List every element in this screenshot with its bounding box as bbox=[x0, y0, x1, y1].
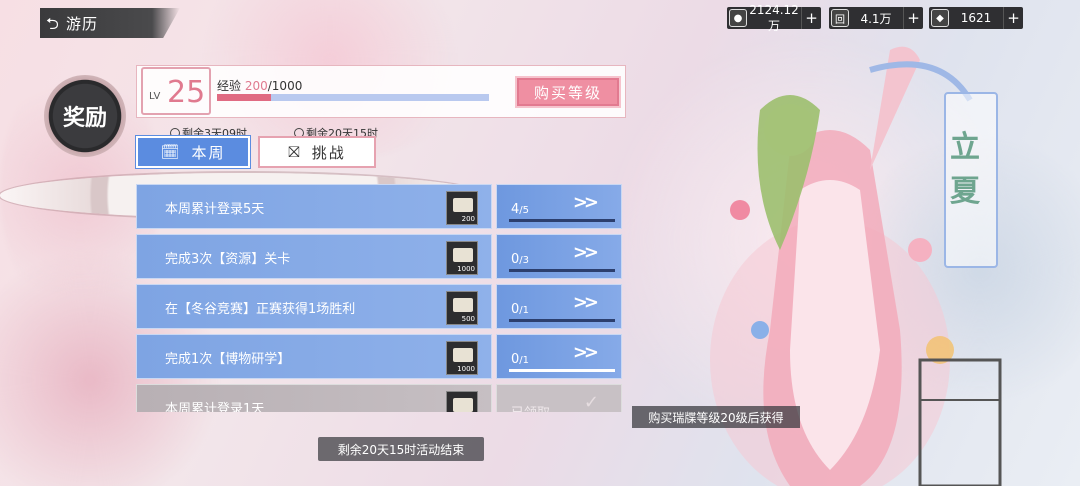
task-progress-total: /3 bbox=[519, 255, 530, 266]
exp-progress-bar bbox=[217, 94, 489, 101]
currency-secondary: 回 4.1万 + bbox=[829, 7, 923, 29]
reward-item[interactable]: 1000 bbox=[446, 241, 478, 275]
gem-icon: ◆ bbox=[931, 9, 949, 27]
task-progress-fill bbox=[509, 369, 615, 372]
task-row: 完成3次【资源】关卡 1000 0/3 >> bbox=[136, 234, 622, 279]
level-tag: LV bbox=[149, 91, 161, 102]
task-row: 在【冬谷竞赛】正赛获得1场胜利 500 0/1 >> bbox=[136, 284, 622, 329]
reward-quantity: 200 bbox=[461, 215, 475, 223]
reward-quantity: 500 bbox=[461, 315, 475, 323]
nav-reward-label: 奖励 bbox=[62, 105, 107, 131]
task-name: 在【冬谷竞赛】正赛获得1场胜利 bbox=[165, 302, 356, 317]
exp-label: 经验 200/1000 bbox=[217, 77, 302, 94]
tab-challenge-label: 挑战 bbox=[311, 143, 346, 162]
task-row: 本周累计登录5天 200 4/5 >> bbox=[136, 184, 622, 229]
exp-progress-fill bbox=[217, 94, 272, 101]
add-secondary-button[interactable]: + bbox=[903, 7, 923, 29]
currency-secondary-value: 4.1万 bbox=[860, 11, 892, 26]
task-name: 完成3次【资源】关卡 bbox=[165, 252, 291, 267]
task-progress: 0/1 bbox=[511, 302, 529, 317]
scroll-icon bbox=[453, 198, 473, 212]
currency-coin-value: 2124.12万 bbox=[749, 2, 799, 33]
calendar-icon: 🗓 bbox=[160, 143, 182, 161]
task-name: 本周累计登录5天 bbox=[165, 202, 265, 217]
task-progress-bar bbox=[509, 219, 615, 222]
event-end-notice: 剩余20天15时活动结束 bbox=[318, 437, 484, 461]
double-chevron-right-icon: >> bbox=[572, 342, 599, 363]
back-button[interactable]: ⮌ 游历 bbox=[40, 8, 180, 38]
unlock-text: 购买瑞牒等级20级后获得 bbox=[648, 410, 784, 425]
reward-item[interactable]: 500 bbox=[446, 291, 478, 325]
checkmark-icon: ✓ bbox=[583, 392, 599, 412]
tab-weekly[interactable]: 🗓 本周 bbox=[136, 136, 250, 168]
double-chevron-right-icon: >> bbox=[572, 242, 599, 263]
task-progress-bar bbox=[509, 319, 615, 322]
coin-icon: ● bbox=[729, 9, 747, 27]
task-progress: 0/3 bbox=[511, 252, 529, 267]
task-progress-total: /1 bbox=[519, 355, 530, 366]
season-emblem: 立夏 bbox=[944, 92, 998, 268]
task-go-button[interactable]: 0/3 >> bbox=[496, 234, 622, 279]
task-main: 本周累计登录5天 200 bbox=[136, 184, 492, 229]
task-name: 本周累计登录1天 bbox=[165, 402, 265, 412]
back-label: 游历 bbox=[66, 14, 99, 33]
add-coin-button[interactable]: + bbox=[801, 7, 821, 29]
task-claimed-label: 已领取 bbox=[511, 402, 550, 412]
scroll-icon bbox=[453, 398, 473, 412]
scroll-icon bbox=[453, 348, 473, 362]
task-go-button[interactable]: 0/1 >> bbox=[496, 334, 622, 379]
task-progress-bar bbox=[509, 269, 615, 272]
reward-item[interactable] bbox=[446, 391, 478, 412]
exp-current: 200 bbox=[244, 79, 268, 93]
task-claimed-status: 已领取 ✓ bbox=[496, 384, 622, 412]
double-chevron-right-icon: >> bbox=[572, 192, 599, 213]
task-go-button[interactable]: 0/1 >> bbox=[496, 284, 622, 329]
level-box: LV 25 bbox=[141, 67, 211, 115]
challenge-icon: ⛝ bbox=[288, 143, 302, 161]
buy-level-button[interactable]: 购买等级 bbox=[515, 76, 621, 108]
task-main: 本周累计登录1天 bbox=[136, 384, 492, 412]
task-row: 完成1次【博物研学】 1000 0/1 >> bbox=[136, 334, 622, 379]
unlock-notice: 购买瑞牒等级20级后获得 bbox=[632, 406, 800, 428]
exp-title: 经验 bbox=[217, 79, 242, 93]
nav-reward-button[interactable]: 奖励 bbox=[44, 75, 126, 157]
level-panel: LV 25 经验 200/1000 购买等级 bbox=[136, 65, 626, 118]
currency-coin: ● 2124.12万 + bbox=[727, 3, 821, 33]
emblem-glyph-1: 立夏 bbox=[950, 130, 980, 209]
task-progress-total: /5 bbox=[519, 205, 530, 216]
double-chevron-right-icon: >> bbox=[572, 292, 599, 313]
add-gem-button[interactable]: + bbox=[1003, 7, 1023, 29]
back-arrow-icon: ⮌ bbox=[46, 14, 60, 33]
reward-quantity: 1000 bbox=[457, 265, 475, 273]
task-name: 完成1次【博物研学】 bbox=[165, 352, 291, 367]
reward-item[interactable]: 1000 bbox=[446, 341, 478, 375]
task-row-completed: 本周累计登录1天 已领取 ✓ bbox=[136, 384, 622, 412]
task-progress: 0/1 bbox=[511, 352, 529, 367]
reward-quantity: 1000 bbox=[457, 365, 475, 373]
task-main: 完成3次【资源】关卡 1000 bbox=[136, 234, 492, 279]
buy-level-label: 购买等级 bbox=[533, 83, 602, 102]
currency-gem-value: 1621 bbox=[960, 11, 992, 25]
task-progress-bar bbox=[509, 369, 615, 372]
task-go-button[interactable]: 4/5 >> bbox=[496, 184, 622, 229]
scroll-icon bbox=[453, 248, 473, 262]
currency-icon: 回 bbox=[831, 9, 849, 27]
event-end-text: 剩余20天15时活动结束 bbox=[337, 442, 465, 457]
scroll-icon bbox=[453, 298, 473, 312]
tab-challenge[interactable]: ⛝ 挑战 bbox=[258, 136, 376, 168]
task-list[interactable]: 本周累计登录5天 200 4/5 >> 完成3次【资源】关卡 1000 0/3 … bbox=[136, 184, 622, 412]
task-main: 完成1次【博物研学】 1000 bbox=[136, 334, 492, 379]
reward-item[interactable]: 200 bbox=[446, 191, 478, 225]
tab-weekly-label: 本周 bbox=[191, 143, 226, 162]
level-number: 25 bbox=[167, 75, 206, 110]
currency-gem: ◆ 1621 + bbox=[929, 7, 1023, 29]
task-progress-total: /1 bbox=[519, 305, 530, 316]
exp-total: /1000 bbox=[267, 79, 303, 93]
task-progress: 4/5 bbox=[511, 202, 529, 217]
task-main: 在【冬谷竞赛】正赛获得1场胜利 500 bbox=[136, 284, 492, 329]
